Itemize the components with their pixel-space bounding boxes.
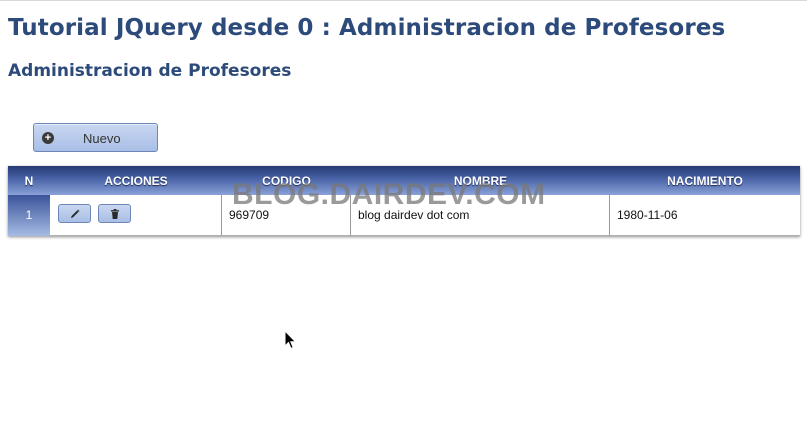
plus-circle-icon: + <box>42 132 54 144</box>
mouse-cursor-icon <box>284 330 297 350</box>
new-button-label: Nuevo <box>83 131 121 146</box>
actions-cell <box>50 195 222 236</box>
new-button[interactable]: + Nuevo <box>33 123 158 152</box>
edit-pencil-icon <box>71 209 80 218</box>
column-header-nombre[interactable]: NOMBRE <box>351 166 610 195</box>
row-number: 1 <box>8 195 50 236</box>
page-title: Tutorial JQuery desde 0 : Administracion… <box>8 15 726 41</box>
delete-button[interactable] <box>98 204 131 223</box>
column-header-codigo[interactable]: CODIGO <box>222 166 351 195</box>
page-subtitle: Administracion de Profesores <box>8 61 292 81</box>
codigo-cell: 969709 <box>222 195 351 236</box>
delete-trash-icon <box>111 209 119 219</box>
column-header-acciones[interactable]: ACCIONES <box>50 166 222 195</box>
nacimiento-cell: 1980-11-06 <box>610 195 800 236</box>
top-border <box>0 0 807 1</box>
nombre-cell: blog dairdev dot com <box>351 195 610 236</box>
professors-table: N ACCIONES CODIGO NOMBRE NACIMIENTO 1 96 <box>8 166 800 236</box>
table-header: N ACCIONES CODIGO NOMBRE NACIMIENTO <box>8 166 800 195</box>
column-header-n[interactable]: N <box>8 166 50 195</box>
table-row[interactable]: 1 969709 blog dairdev dot com 1980-11-06 <box>8 195 800 236</box>
edit-button[interactable] <box>58 204 91 223</box>
column-header-nacimiento[interactable]: NACIMIENTO <box>610 166 800 195</box>
